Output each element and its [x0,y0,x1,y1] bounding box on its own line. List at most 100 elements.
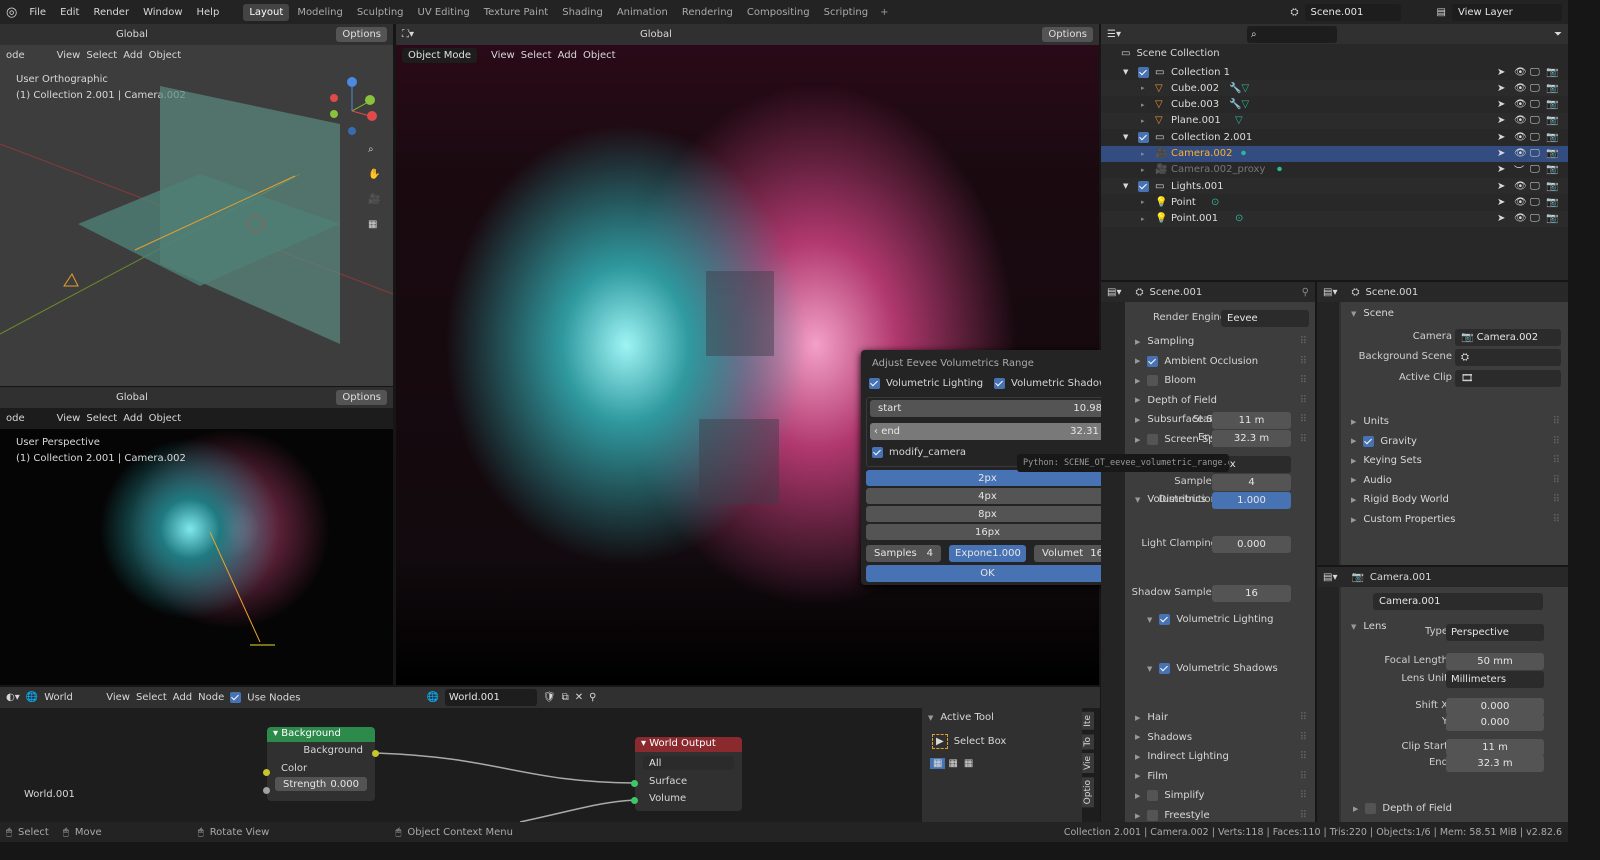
drag-handle-icon[interactable]: ⠿ [1300,395,1307,406]
selectable-icon[interactable]: ➤ [1497,83,1505,94]
mode-extend-icon[interactable]: ▦ [945,758,960,769]
background-node[interactable]: ▾ Background Background Color Strength0.… [267,727,375,801]
outliner-row[interactable]: ▸ ▽ Plane.001 ▽ ➤ 👁 🖵 📷 [1101,113,1568,129]
viewport-top-left[interactable]: Global Options ode View Select Add Objec… [0,24,393,386]
filter-icon[interactable]: ⏷ [1554,29,1562,40]
drag-handle-icon[interactable]: ⠿ [1300,414,1307,425]
clip-end-field[interactable]: 32.3 m [1446,755,1544,772]
checkbox-icon[interactable] [1147,375,1158,386]
panel-indirect-lighting[interactable]: ▶Indirect Lighting⠿ [1125,747,1315,766]
panel-audio[interactable]: ▶Audio⠿ [1341,471,1568,490]
drag-handle-icon[interactable]: ⠿ [1300,790,1307,801]
panel-bloom[interactable]: ▶Bloom⠿ [1125,371,1315,390]
add-workspace-button[interactable]: + [880,7,888,18]
selectable-icon[interactable]: ➤ [1497,99,1505,110]
strength-field[interactable]: Strength0.000 [275,777,367,791]
socket[interactable] [372,750,379,757]
viewport-disable-icon[interactable]: 🖵 [1530,148,1540,159]
world-output-node[interactable]: ▾ World Output All Surface Volume [635,737,742,811]
grid-icon[interactable]: ▦ [368,219,377,230]
scene-collection[interactable]: ▭Scene Collection [1121,48,1220,59]
visibility-eye-icon[interactable]: 👁 [1514,99,1527,110]
camera-data-field[interactable]: Camera.001 [1373,593,1543,610]
drag-handle-icon[interactable]: ⠿ [1553,514,1560,525]
workspace-tab[interactable]: Shading [556,4,609,21]
sidebar-tab[interactable]: Optio [1082,777,1094,807]
render-disable-icon[interactable]: 📷 [1546,132,1558,143]
blender-logo-icon[interactable]: ◎ [6,5,17,20]
mode-new-icon[interactable]: ▦ [930,758,945,769]
selectable-icon[interactable]: ➤ [1497,132,1505,143]
volumetric-end-field[interactable]: 32.3 m [1212,430,1291,447]
workspace-tab[interactable]: Rendering [676,4,739,21]
menu-select[interactable]: Select [521,50,552,61]
render-disable-icon[interactable]: 📷 [1546,181,1558,192]
panel-depth-of-field[interactable]: ▶Depth of Field⠿ [1125,391,1315,410]
workspace-tab[interactable]: Layout [243,4,289,21]
distribution-field[interactable]: 1.000 [1212,492,1291,509]
expand-arrow-icon[interactable]: ▸ [1141,166,1145,174]
render-disable-icon[interactable]: 📷 [1546,148,1558,159]
viewport-disable-icon[interactable]: 🖵 [1530,83,1540,94]
tile-size-16px-button[interactable]: 16px [866,524,1109,540]
start-field[interactable]: start10.98 [870,400,1110,417]
drag-handle-icon[interactable]: ⠿ [1300,732,1307,743]
panel-gravity[interactable]: ▶Gravity⠿ [1341,432,1568,451]
outliner-row[interactable]: ▸ 🎥 Camera.002_proxy ⏺ ➤ ︶ 🖵 📷 [1101,162,1568,178]
panel-film[interactable]: ▶Film⠿ [1125,767,1315,786]
workspace-tab[interactable]: Texture Paint [478,4,555,21]
outliner-row[interactable]: ▸ 🎥 Camera.002 ⏺ ➤ 👁 🖵 📷 [1101,146,1568,162]
viewport-disable-icon[interactable]: 🖵 [1530,164,1540,175]
outliner-row[interactable]: ▸ 💡 Point ⊙ ➤ 👁 🖵 📷 [1101,194,1568,210]
options-dropdown[interactable]: Options [1042,27,1093,42]
menu-file[interactable]: File [29,7,46,18]
shadow-samples-field[interactable]: 16 [1212,585,1291,602]
drag-handle-icon[interactable]: ⠿ [1553,416,1560,427]
selectable-icon[interactable]: ➤ [1497,213,1505,224]
panel-rigid-body-world[interactable]: ▶Rigid Body World⠿ [1341,490,1568,509]
volumetric-lighting-checkbox[interactable]: Volumetric Lighting [869,378,983,389]
expand-arrow-icon[interactable]: ▸ [1141,150,1145,158]
menu-object[interactable]: Object [583,50,616,61]
expand-arrow-icon[interactable]: ▼ [1123,68,1128,76]
visibility-eye-icon[interactable]: 👁 [1514,67,1527,78]
visibility-eye-icon[interactable]: 👁 [1514,132,1527,143]
drag-handle-icon[interactable]: ⠿ [1300,810,1307,821]
viewport-disable-icon[interactable]: 🖵 [1530,99,1540,110]
expand-arrow-icon[interactable]: ▸ [1141,84,1145,92]
drag-handle-icon[interactable]: ⠿ [1553,436,1560,447]
editor-type-icon[interactable]: ▤▾ [1323,572,1337,583]
viewport-disable-icon[interactable]: 🖵 [1530,132,1540,143]
drag-handle-icon[interactable]: ⠿ [1300,771,1307,782]
viewport-disable-icon[interactable]: 🖵 [1530,181,1540,192]
panel-keying-sets[interactable]: ▶Keying Sets⠿ [1341,451,1568,470]
outliner-row[interactable]: ▼ ▭ Collection 2.001 ➤ 👁 🖵 📷 [1101,129,1568,145]
selectable-icon[interactable]: ➤ [1497,67,1505,78]
drag-handle-icon[interactable]: ⠿ [1553,494,1560,505]
workspace-tab[interactable]: Animation [611,4,674,21]
exponent-field[interactable]: Expone1.000 [949,545,1026,562]
panel-freestyle[interactable]: ▶Freestyle⠿ [1125,806,1315,822]
node-editor[interactable]: ◐▾ 🌐 World View Select Add Node Use Node… [0,687,1100,822]
expand-arrow-icon[interactable]: ▸ [1141,198,1145,206]
render-disable-icon[interactable]: 📷 [1546,99,1558,110]
visibility-eye-icon[interactable]: 👁 [1514,181,1527,192]
zoom-icon[interactable]: ⌕ [368,144,374,155]
pan-hand-icon[interactable]: ✋ [368,169,380,180]
volumetric-shadows-panel[interactable]: ▼Volumetric Shadows [1147,663,1278,674]
scene-selector[interactable]: Scene.001 [1305,4,1401,21]
view-layer-selector[interactable]: View Layer [1452,4,1562,21]
drag-handle-icon[interactable]: ⠿ [1553,475,1560,486]
target-dropdown[interactable]: All [643,756,734,770]
active-clip-field[interactable]: 🎞 [1455,370,1561,387]
visibility-eye-icon[interactable]: 👁 [1514,148,1527,159]
outliner-row[interactable]: ▼ ▭ Collection 1 ➤ 👁 🖵 📷 [1101,64,1568,80]
panel-depth-of-field[interactable]: ▶Depth of Field [1341,799,1568,818]
expand-arrow-icon[interactable]: ▼ [1123,182,1128,190]
outliner-row[interactable]: ▸ ▽ Cube.002 🔧▽ ➤ 👁 🖵 📷 [1101,80,1568,96]
selectable-icon[interactable]: ➤ [1497,164,1505,175]
drag-handle-icon[interactable]: ⠿ [1300,712,1307,723]
selectable-icon[interactable]: ➤ [1497,197,1505,208]
checkbox-icon[interactable] [1147,356,1158,367]
camera-field[interactable]: 📷 Camera.002 [1455,329,1561,346]
